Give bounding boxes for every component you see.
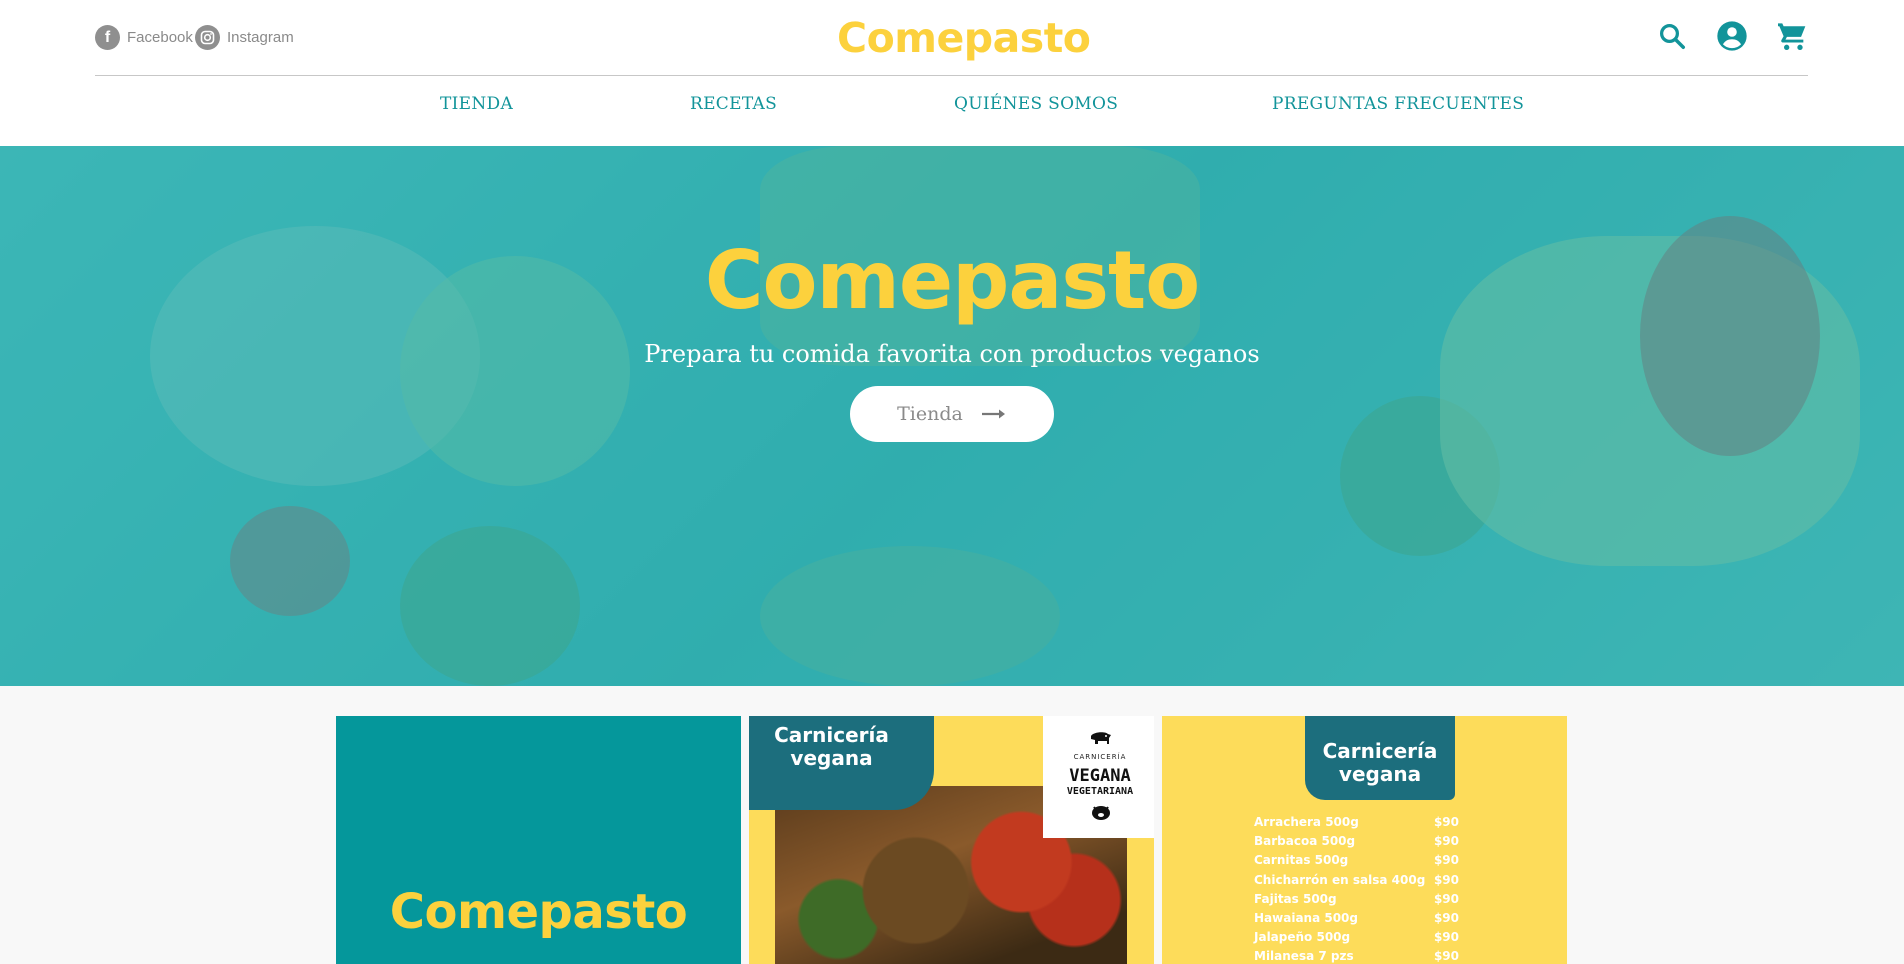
menu-price: $90 (1433, 930, 1459, 945)
header-actions (1656, 20, 1808, 52)
menu-price: $90 (1433, 834, 1459, 849)
instagram-link[interactable]: Instagram (195, 25, 294, 50)
menu-item: Hawaiana 500g (1254, 911, 1358, 926)
menu-row: Arrachera 500g $90 (1254, 813, 1459, 832)
hero-banner: Comepasto Prepara tu comida favorita con… (0, 146, 1904, 686)
menu-price: $90 (1433, 853, 1459, 868)
menu-price: $90 (1433, 815, 1459, 829)
card3-banner-line1: Carnicería (1322, 739, 1438, 763)
nav-tienda[interactable]: TIENDA (440, 94, 513, 114)
menu-row: Barbacoa 500g $90 (1254, 832, 1459, 851)
card-brand[interactable]: Comepasto (336, 716, 741, 964)
search-icon[interactable] (1656, 20, 1688, 52)
cart-icon[interactable] (1776, 20, 1808, 52)
badge-sub-text: VEGETARIANA (1066, 786, 1134, 797)
menu-row: Milanesa 7 pzs $90 (1254, 947, 1459, 964)
site-header: f Facebook Instagram Comepasto TIENDA RE… (0, 0, 1904, 146)
price-list: Arrachera 500g $90 Barbacoa 500g $90 Carni… (1254, 813, 1459, 964)
badge-main-text: VEGANA (1069, 766, 1131, 786)
pig-icon (1092, 806, 1110, 820)
instagram-icon (195, 25, 220, 50)
card-brand-logo: Comepasto (389, 884, 688, 940)
menu-item: Chicharrón en salsa 400g (1254, 872, 1426, 887)
nav-preguntas-frecuentes[interactable]: PREGUNTAS FRECUENTES (1272, 94, 1524, 114)
facebook-link[interactable]: f Facebook (95, 25, 193, 50)
product-cards: Comepasto Carnicería vegana CARNICERÍA V… (336, 716, 1568, 964)
menu-row: Hawaiana 500g $90 (1254, 909, 1459, 928)
facebook-label: Facebook (127, 29, 193, 46)
hero-subtitle: Prepara tu comida favorita con productos… (644, 340, 1260, 368)
menu-row: Fajitas 500g $90 (1254, 890, 1459, 909)
menu-item: Fajitas 500g (1254, 891, 1337, 906)
hero-content: Comepasto Prepara tu comida favorita con… (0, 146, 1904, 686)
menu-row: Carnitas 500g $90 (1254, 851, 1459, 870)
menu-item: Barbacoa 500g (1254, 834, 1356, 849)
menu-price: $90 (1433, 891, 1459, 906)
card3-banner-text: Carnicería vegana (1305, 740, 1455, 786)
account-icon[interactable] (1716, 20, 1748, 52)
card2-banner-line1: Carnicería (774, 723, 889, 747)
top-bar: f Facebook Instagram Comepasto (95, 0, 1808, 76)
card-menu[interactable]: Carnicería vegana Arrachera 500g $90 Barb… (1162, 716, 1567, 964)
card2-banner-line2: vegana (790, 746, 873, 770)
menu-price: $90 (1433, 872, 1459, 887)
hero-title: Comepasto (704, 234, 1200, 327)
menu-item: Arrachera 500g (1254, 815, 1359, 829)
nav-quienes-somos[interactable]: QUIÉNES SOMOS (954, 94, 1118, 114)
site-logo[interactable]: Comepasto (837, 14, 1091, 62)
facebook-icon: f (95, 25, 120, 50)
shop-button-label: Tienda (897, 403, 963, 425)
menu-price: $90 (1433, 949, 1459, 964)
menu-item: Jalapeño 500g (1254, 930, 1351, 945)
instagram-label: Instagram (227, 29, 294, 46)
cow-icon (1091, 732, 1111, 744)
menu-price: $90 (1433, 911, 1459, 926)
card3-banner-line2: vegana (1338, 762, 1422, 786)
card2-banner-text: Carnicería vegana (749, 724, 914, 770)
menu-row: Jalapeño 500g $90 (1254, 928, 1459, 947)
main-nav: TIENDA RECETAS QUIÉNES SOMOS PREGUNTAS F… (0, 94, 1904, 118)
menu-row: Chicharrón en salsa 400g $90 (1254, 871, 1459, 890)
menu-item: Carnitas 500g (1254, 853, 1349, 868)
shop-button[interactable]: Tienda (850, 386, 1054, 442)
menu-item: Milanesa 7 pzs (1254, 949, 1354, 964)
arrow-right-icon (981, 403, 1007, 425)
carniceria-badge: CARNICERÍA VEGANA VEGETARIANA (1043, 716, 1154, 838)
badge-small-text: CARNICERÍA (1073, 753, 1127, 761)
nav-recetas[interactable]: RECETAS (690, 94, 777, 114)
card-carniceria-photo[interactable]: Carnicería vegana CARNICERÍA VEGANA VEGE… (749, 716, 1154, 964)
